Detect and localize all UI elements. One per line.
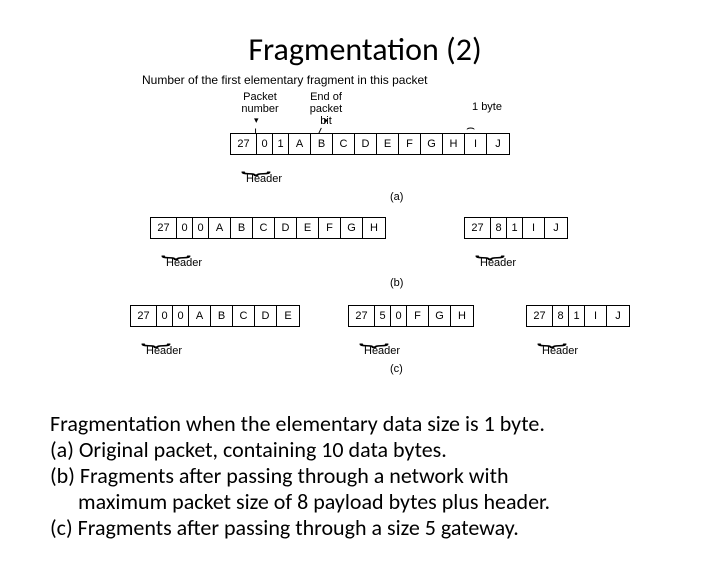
packet-cell: 27 [231, 134, 257, 154]
figure-label-b: (b) [390, 277, 403, 289]
packet-cell: 0 [157, 306, 173, 326]
packet-cell: 0 [193, 218, 209, 238]
packet-cell: A [189, 306, 211, 326]
packet-cell: 27 [465, 218, 491, 238]
packet-cell: H [443, 134, 465, 154]
explanation-b: (b) Fragments after passing through a ne… [50, 463, 680, 489]
packet-cell: 0 [173, 306, 189, 326]
packet-cell: C [253, 218, 275, 238]
packet-cell: I [523, 218, 545, 238]
explanation-text: Fragmentation when the elementary data s… [50, 411, 680, 541]
packet-cell: 1 [569, 306, 585, 326]
packet-cell: I [465, 134, 487, 154]
packet-cell: 27 [131, 306, 157, 326]
packet-cell: I [585, 306, 607, 326]
packet-cell: G [341, 218, 363, 238]
explanation-intro: Fragmentation when the elementary data s… [50, 411, 680, 437]
packet-cell: D [255, 306, 277, 326]
packet-cell: G [421, 134, 443, 154]
explanation-c: (c) Fragments after passing through a si… [50, 515, 680, 541]
packet-cell: J [487, 134, 509, 154]
fragment-number-caption: Number of the first elementary fragment … [142, 73, 680, 87]
packet-cell: B [231, 218, 253, 238]
packet-cell: 0 [257, 134, 273, 154]
packet-cell: D [275, 218, 297, 238]
packet-c1: 27 0 0 A B C D E [130, 305, 300, 327]
fragmentation-diagram: Packet number End of packet bit 1 byte ▾… [50, 91, 680, 391]
packet-cell: 0 [391, 306, 407, 326]
packet-cell: 27 [349, 306, 375, 326]
packet-cell: 1 [507, 218, 523, 238]
figure-label-a: (a) [390, 191, 403, 203]
packet-cell: 27 [151, 218, 177, 238]
header-label: Header [166, 257, 202, 269]
packet-c3: 27 8 1 I J [526, 305, 630, 327]
figure-label-c: (c) [390, 363, 403, 375]
header-label: Header [480, 257, 516, 269]
explanation-b-cont: maximum packet size of 8 payload bytes p… [50, 489, 680, 515]
packet-cell: H [363, 218, 385, 238]
row-a: Packet number End of packet bit 1 byte ▾… [50, 91, 680, 211]
annotation-packet-number: Packet number [236, 91, 284, 115]
packet-cell: F [399, 134, 421, 154]
header-label: Header [146, 345, 182, 357]
packet-cell: 8 [491, 218, 507, 238]
packet-cell: C [233, 306, 255, 326]
packet-cell: F [319, 218, 341, 238]
packet-cell: F [407, 306, 429, 326]
packet-cell: C [333, 134, 355, 154]
packet-cell: E [377, 134, 399, 154]
packet-cell: E [277, 306, 299, 326]
header-label: Header [364, 345, 400, 357]
packet-cell: 8 [553, 306, 569, 326]
packet-b1: 27 0 0 A B C D E F G H [150, 217, 386, 239]
packet-cell: G [429, 306, 451, 326]
page-title: Fragmentation (2) [50, 30, 680, 69]
packet-cell: 27 [527, 306, 553, 326]
packet-cell: H [451, 306, 473, 326]
packet-cell: 5 [375, 306, 391, 326]
packet-cell: J [607, 306, 629, 326]
packet-c2: 27 5 0 F G H [348, 305, 474, 327]
packet-cell: 1 [273, 134, 289, 154]
packet-cell: E [297, 218, 319, 238]
packet-cell: J [545, 218, 567, 238]
packet-cell: 0 [177, 218, 193, 238]
packet-a: 27 0 1 A B C D E F G H I J [230, 133, 510, 155]
packet-cell: A [289, 134, 311, 154]
packet-cell: A [209, 218, 231, 238]
packet-cell: B [311, 134, 333, 154]
annotation-one-byte: 1 byte [470, 101, 504, 113]
header-label: Header [246, 173, 282, 185]
packet-b2: 27 8 1 I J [464, 217, 568, 239]
header-label: Header [542, 345, 578, 357]
row-c: 27 0 0 A B C D E 27 5 0 F G H 27 8 1 [50, 301, 680, 391]
explanation-a: (a) Original packet, containing 10 data … [50, 437, 680, 463]
packet-cell: B [211, 306, 233, 326]
packet-cell: D [355, 134, 377, 154]
row-b: 27 0 0 A B C D E F G H 27 8 1 I J ⏟ Head… [50, 211, 680, 301]
